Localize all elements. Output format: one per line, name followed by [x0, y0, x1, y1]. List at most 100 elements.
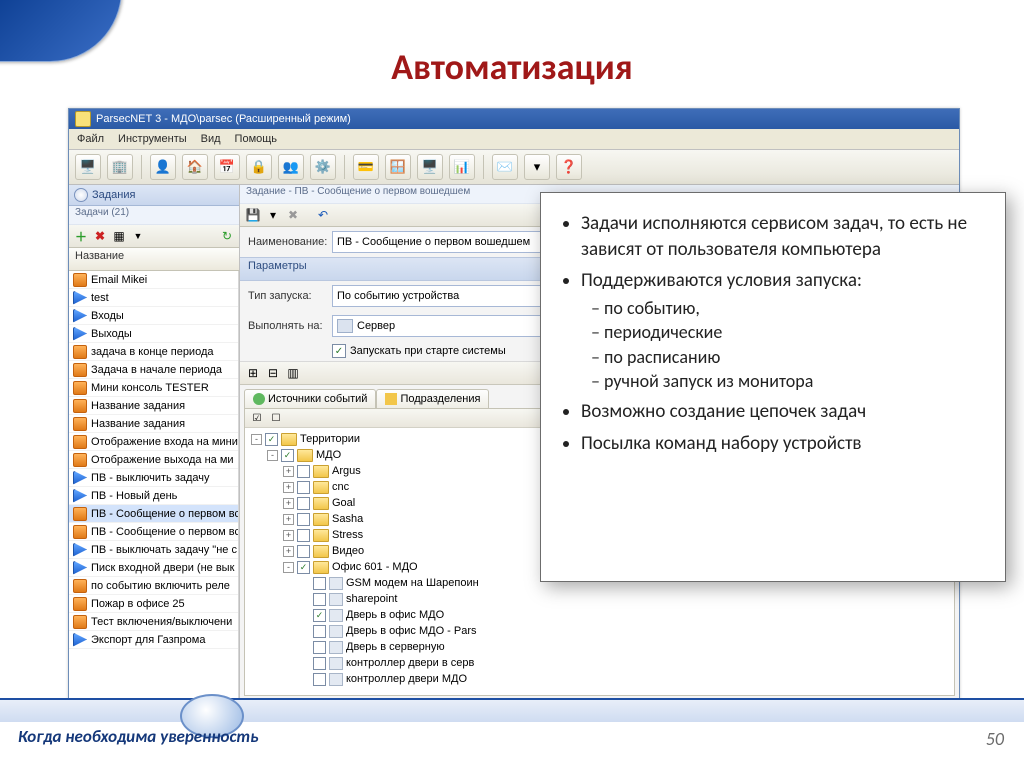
- tree-checkbox[interactable]: [297, 545, 310, 558]
- toolbar-buildings-icon[interactable]: 🏢: [107, 154, 133, 180]
- tree-label: контроллер двери МДО: [346, 673, 467, 685]
- tree-expander[interactable]: +: [283, 482, 294, 493]
- task-row[interactable]: Email Mikei: [69, 271, 238, 289]
- tree-checkbox[interactable]: [313, 657, 326, 670]
- refresh-icon[interactable]: ↻: [219, 228, 235, 244]
- tree-node[interactable]: ✓ Дверь в офис МДО: [245, 607, 954, 623]
- tree-checkbox[interactable]: ✓: [265, 433, 278, 446]
- tree-checkbox[interactable]: [297, 497, 310, 510]
- toolbar-help-icon[interactable]: ❓: [556, 154, 582, 180]
- tree-node[interactable]: Дверь в серверную: [245, 639, 954, 655]
- tree-checkbox[interactable]: [313, 641, 326, 654]
- tree-checkbox[interactable]: [297, 465, 310, 478]
- delete-icon[interactable]: ✖: [92, 228, 108, 244]
- undo-icon[interactable]: ↶: [315, 207, 331, 223]
- tree-expand-icon[interactable]: ⊞: [245, 365, 261, 381]
- toolbar-mail-icon[interactable]: ✉️: [492, 154, 518, 180]
- save-icon[interactable]: 💾: [245, 207, 261, 223]
- tree-checkbox[interactable]: [297, 513, 310, 526]
- task-row[interactable]: Название задания: [69, 415, 238, 433]
- task-row[interactable]: по событию включить реле: [69, 577, 238, 595]
- tree-checkbox[interactable]: ✓: [281, 449, 294, 462]
- type-label: Тип запуска:: [248, 290, 326, 302]
- toolbar-users-icon[interactable]: 👥: [278, 154, 304, 180]
- toolbar-table-icon[interactable]: 📊: [449, 154, 475, 180]
- task-row[interactable]: ПВ - выключить задачу: [69, 469, 238, 487]
- menu-bar: Файл Инструменты Вид Помощь: [69, 129, 959, 150]
- tree-checkbox[interactable]: [297, 529, 310, 542]
- task-row[interactable]: Отображение выхода на ми: [69, 451, 238, 469]
- tree-collapse-icon[interactable]: ⊟: [265, 365, 281, 381]
- tree-tool-icon[interactable]: ▥: [285, 365, 301, 381]
- add-icon[interactable]: ＋: [73, 228, 89, 244]
- save-dropdown-icon[interactable]: ▾: [265, 207, 281, 223]
- task-label: test: [91, 292, 109, 304]
- window-titlebar[interactable]: ParsecNET 3 - МДО\parsec (Расширенный ре…: [69, 109, 959, 129]
- tree-expander[interactable]: -: [267, 450, 278, 461]
- task-label: ПВ - Новый день: [91, 490, 177, 502]
- toolbar-monitor-icon[interactable]: 🖥️: [75, 154, 101, 180]
- task-icon: [73, 273, 87, 287]
- toolbar-home-icon[interactable]: 🏠: [182, 154, 208, 180]
- tree-checkbox[interactable]: [313, 625, 326, 638]
- task-row[interactable]: Название задания: [69, 397, 238, 415]
- tasks-column-header[interactable]: Название: [69, 248, 239, 271]
- toolbar-gear-icon[interactable]: ⚙️: [310, 154, 336, 180]
- tab-divisions[interactable]: Подразделения: [376, 389, 489, 408]
- tree-node[interactable]: Дверь в офис МДО - Pars: [245, 623, 954, 639]
- tree-expander[interactable]: +: [283, 530, 294, 541]
- tree-node[interactable]: контроллер двери МДО: [245, 671, 954, 687]
- toolbar-window-icon[interactable]: 🪟: [385, 154, 411, 180]
- menu-view[interactable]: Вид: [201, 133, 221, 145]
- tree-checkbox[interactable]: [313, 577, 326, 590]
- tree-label: Офис 601 - МДО: [332, 561, 418, 573]
- menu-file[interactable]: Файл: [77, 133, 104, 145]
- tasks-list[interactable]: Email Mikei test ВходыВыходызадача в конце…: [69, 271, 239, 701]
- grid-icon[interactable]: ▦: [111, 228, 127, 244]
- menu-help[interactable]: Помощь: [235, 133, 278, 145]
- tree-checkbox[interactable]: ✓: [297, 561, 310, 574]
- tree-expander[interactable]: +: [283, 466, 294, 477]
- menu-tools[interactable]: Инструменты: [118, 133, 187, 145]
- task-row[interactable]: Задача в начале периода: [69, 361, 238, 379]
- task-row[interactable]: ПВ - Сообщение о первом вс: [69, 505, 238, 523]
- tab-sources[interactable]: Источники событий: [244, 389, 376, 408]
- task-row[interactable]: Выходы: [69, 325, 238, 343]
- tree-checkbox[interactable]: ✓: [313, 609, 326, 622]
- task-row[interactable]: ПВ - Сообщение о первом вс: [69, 523, 238, 541]
- task-row[interactable]: Мини консоль TESTER: [69, 379, 238, 397]
- tree-uncheck-all-icon[interactable]: ☐: [268, 410, 284, 426]
- tree-expander[interactable]: +: [283, 514, 294, 525]
- tree-checkbox[interactable]: [297, 481, 310, 494]
- task-row[interactable]: Экспорт для Газпрома: [69, 631, 238, 649]
- discard-icon[interactable]: ✖: [285, 207, 301, 223]
- task-row[interactable]: ПВ - выключать задачу "не с: [69, 541, 238, 559]
- tree-node[interactable]: контроллер двери в серв: [245, 655, 954, 671]
- tree-checkbox[interactable]: [313, 593, 326, 606]
- toolbar-calendar-icon[interactable]: 📅: [214, 154, 240, 180]
- tree-label: Дверь в офис МДО: [346, 609, 444, 621]
- tree-expander[interactable]: +: [283, 546, 294, 557]
- toolbar-card-icon[interactable]: 💳: [353, 154, 379, 180]
- task-row[interactable]: test: [69, 289, 238, 307]
- tree-expander[interactable]: -: [251, 434, 262, 445]
- task-row[interactable]: ПВ - Новый день: [69, 487, 238, 505]
- task-row[interactable]: Писк входной двери (не вык: [69, 559, 238, 577]
- toolbar-lock-icon[interactable]: 🔒: [246, 154, 272, 180]
- tree-checkbox[interactable]: [313, 673, 326, 686]
- toolbar-user-icon[interactable]: 👤: [150, 154, 176, 180]
- tree-expander[interactable]: -: [283, 562, 294, 573]
- autostart-checkbox[interactable]: ✓: [332, 344, 346, 358]
- task-row[interactable]: Входы: [69, 307, 238, 325]
- dropdown-icon[interactable]: ▼: [130, 228, 146, 244]
- tree-expander[interactable]: +: [283, 498, 294, 509]
- task-row[interactable]: Тест включения/выключени: [69, 613, 238, 631]
- task-row[interactable]: задача в конце периода: [69, 343, 238, 361]
- tree-node[interactable]: sharepoint: [245, 591, 954, 607]
- task-row[interactable]: Отображение входа на мини: [69, 433, 238, 451]
- tree-check-all-icon[interactable]: ☑: [249, 410, 265, 426]
- task-row[interactable]: Пожар в офисе 25: [69, 595, 238, 613]
- toolbar-dropdown-icon[interactable]: ▾: [524, 154, 550, 180]
- toolbar-screens-icon[interactable]: 🖥️: [417, 154, 443, 180]
- folder-icon: [313, 497, 329, 510]
